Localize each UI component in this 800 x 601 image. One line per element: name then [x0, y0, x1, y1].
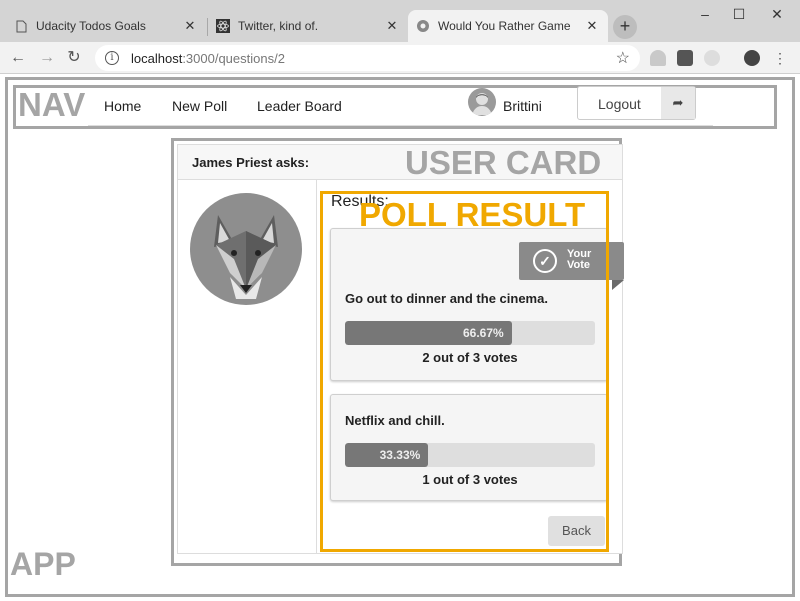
- user-name: Brittini: [503, 98, 542, 114]
- nav-annotation-label: NAV: [18, 86, 86, 123]
- forward-arrow-icon[interactable]: →: [37, 48, 57, 68]
- bookmark-star-icon[interactable]: ☆: [616, 48, 630, 68]
- close-icon[interactable]: ✕: [584, 18, 600, 34]
- close-icon[interactable]: ✕: [384, 18, 400, 34]
- info-icon[interactable]: i: [105, 51, 119, 65]
- browser-tab-strip: Udacity Todos Goals ✕ Twitter, kind of. …: [0, 0, 800, 42]
- tab-title: Would You Rather Game: [438, 19, 571, 33]
- badge-ribbon-fold: [612, 280, 624, 290]
- extension-image-icon[interactable]: [677, 50, 693, 66]
- close-icon[interactable]: ✕: [182, 18, 198, 34]
- maximize-icon[interactable]: ☐: [724, 4, 754, 24]
- url-path: :3000/questions/2: [182, 50, 285, 66]
- extension-drive-icon[interactable]: [650, 50, 666, 66]
- tab-would-you-rather[interactable]: Would You Rather Game ✕: [408, 10, 608, 42]
- tab-title: Twitter, kind of.: [238, 19, 319, 33]
- window-close-icon[interactable]: ✕: [762, 4, 792, 24]
- new-tab-button[interactable]: +: [613, 15, 637, 39]
- minimize-icon[interactable]: –: [690, 4, 720, 24]
- sign-out-icon: ➦: [661, 87, 695, 119]
- nav-leader-board-link[interactable]: Leader Board: [257, 98, 342, 114]
- tab-twitter[interactable]: Twitter, kind of. ✕: [208, 10, 408, 42]
- profile-avatar[interactable]: [744, 50, 760, 66]
- url-host: localhost: [131, 50, 183, 66]
- tab-title: Udacity Todos Goals: [36, 19, 146, 33]
- asker-name: James Priest asks:: [192, 155, 310, 170]
- menu-dots-icon[interactable]: ⋮: [770, 48, 790, 68]
- poll-result-annotation-label: POLL RESULT: [359, 196, 586, 233]
- logout-button[interactable]: Logout ➦: [577, 86, 696, 120]
- browser-toolbar: ← → ↻ i localhost:3000/questions/2 ☆ ⋮: [0, 42, 800, 74]
- nav-home-link[interactable]: Home: [104, 98, 141, 114]
- page-icon: [14, 19, 28, 33]
- back-arrow-icon[interactable]: ←: [8, 48, 28, 68]
- app-annotation-label: APP: [10, 546, 76, 582]
- user-card-annotation-label: USER CARD: [405, 144, 602, 181]
- reload-icon[interactable]: ↻: [64, 48, 84, 68]
- fox-avatar: [190, 193, 302, 305]
- logout-label: Logout: [598, 96, 641, 112]
- globe-icon: [416, 19, 430, 33]
- card-divider: [316, 180, 317, 553]
- react-icon: [216, 19, 230, 33]
- avatar: [468, 88, 496, 116]
- tab-udacity-todos[interactable]: Udacity Todos Goals ✕: [6, 10, 206, 42]
- nav-new-poll-link[interactable]: New Poll: [172, 98, 227, 114]
- poll-result-annotation-box: [320, 191, 609, 552]
- address-bar[interactable]: i localhost:3000/questions/2 ☆: [95, 45, 640, 71]
- extension-icon[interactable]: [704, 50, 720, 66]
